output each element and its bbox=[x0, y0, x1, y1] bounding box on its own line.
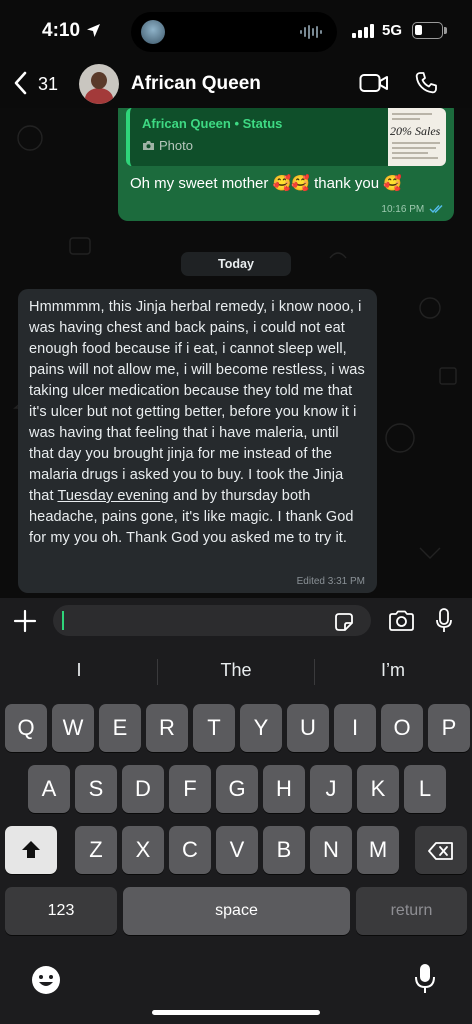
signal-icon bbox=[352, 24, 374, 38]
delete-icon bbox=[428, 842, 453, 860]
key-j[interactable]: J bbox=[310, 765, 352, 813]
suggestion-divider bbox=[314, 659, 315, 685]
key-r[interactable]: R bbox=[146, 704, 188, 752]
suggestion-2[interactable]: The bbox=[166, 660, 306, 681]
date-link[interactable]: Tuesday evening bbox=[57, 488, 168, 504]
double-check-icon bbox=[429, 205, 443, 214]
key-q[interactable]: Q bbox=[5, 704, 47, 752]
message-input[interactable] bbox=[53, 605, 371, 636]
island-avatar bbox=[141, 20, 165, 44]
outgoing-message-time: 10:16 PM bbox=[381, 204, 425, 215]
predictive-bar: I The I’m bbox=[0, 644, 472, 699]
sticker-icon[interactable] bbox=[333, 611, 355, 633]
suggestion-1[interactable]: I bbox=[9, 660, 149, 681]
thumb-line bbox=[392, 157, 438, 159]
outgoing-message-text: Oh my sweet mother 🥰🥰 thank you 🥰 bbox=[130, 175, 402, 192]
outgoing-message-bubble[interactable]: African Queen • Status Photo 20% Sales O… bbox=[118, 108, 454, 221]
key-d[interactable]: D bbox=[122, 765, 164, 813]
audio-wave-icon bbox=[300, 25, 322, 39]
suggestion-divider bbox=[157, 659, 158, 685]
delete-key[interactable] bbox=[415, 826, 467, 874]
key-u[interactable]: U bbox=[287, 704, 329, 752]
status-bar: 4:10 5G bbox=[0, 0, 472, 62]
thumb-line bbox=[392, 113, 432, 115]
key-z[interactable]: Z bbox=[75, 826, 117, 874]
key-g[interactable]: G bbox=[216, 765, 258, 813]
keyboard: I The I’m QWERTYUIOP ASDFGHJKL ZXCVBNM 1… bbox=[0, 644, 472, 1024]
camera-icon[interactable] bbox=[388, 610, 415, 632]
plus-icon[interactable] bbox=[13, 609, 37, 633]
quote-type: Photo bbox=[142, 138, 193, 153]
key-m[interactable]: M bbox=[357, 826, 399, 874]
return-key[interactable]: return bbox=[356, 887, 467, 935]
shift-key[interactable] bbox=[5, 826, 57, 874]
status-time: 4:10 bbox=[42, 20, 81, 41]
key-x[interactable]: X bbox=[122, 826, 164, 874]
emoji-icon[interactable] bbox=[30, 964, 62, 996]
key-k[interactable]: K bbox=[357, 765, 399, 813]
avatar-face bbox=[91, 72, 107, 89]
dynamic-island[interactable] bbox=[131, 12, 337, 52]
text-caret bbox=[62, 611, 64, 630]
space-key[interactable]: space bbox=[123, 887, 350, 935]
location-arrow-icon bbox=[87, 24, 100, 37]
quote-title: African Queen • Status bbox=[142, 116, 283, 131]
key-e[interactable]: E bbox=[99, 704, 141, 752]
contact-name[interactable]: African Queen bbox=[131, 73, 261, 95]
incoming-message-text: Hmmmmm, this Jinja herbal remedy, i know… bbox=[29, 297, 366, 549]
chat-header: 31 African Queen bbox=[0, 62, 472, 108]
unread-count[interactable]: 31 bbox=[38, 74, 58, 95]
key-h[interactable]: H bbox=[263, 765, 305, 813]
key-b[interactable]: B bbox=[263, 826, 305, 874]
shift-icon bbox=[22, 841, 40, 858]
chat-area[interactable]: African Queen • Status Photo 20% Sales O… bbox=[0, 108, 472, 598]
battery-cap bbox=[444, 27, 447, 34]
thumb-text: 20% Sales bbox=[390, 124, 441, 138]
audio-call-icon[interactable] bbox=[414, 71, 438, 95]
quoted-status-reply[interactable]: African Queen • Status Photo 20% Sales bbox=[126, 108, 446, 166]
suggestion-3[interactable]: I’m bbox=[323, 660, 463, 681]
battery-icon bbox=[412, 22, 443, 39]
incoming-text-part-1: Hmmmmm, this Jinja herbal remedy, i know… bbox=[29, 299, 365, 504]
key-p[interactable]: P bbox=[428, 704, 470, 752]
thumb-line bbox=[392, 147, 436, 149]
back-chevron-icon[interactable] bbox=[10, 69, 32, 97]
video-call-icon[interactable] bbox=[359, 73, 389, 93]
camera-icon bbox=[143, 141, 154, 150]
key-y[interactable]: Y bbox=[240, 704, 282, 752]
thumb-line bbox=[392, 142, 440, 144]
key-t[interactable]: T bbox=[193, 704, 235, 752]
outgoing-message-meta: 10:16 PM bbox=[381, 204, 444, 215]
numbers-key[interactable]: 123 bbox=[5, 887, 117, 935]
date-divider: Today bbox=[181, 252, 291, 276]
network-type: 5G bbox=[382, 22, 403, 39]
key-o[interactable]: O bbox=[381, 704, 423, 752]
mic-icon[interactable] bbox=[435, 608, 453, 634]
incoming-message-bubble[interactable]: Hmmmmm, this Jinja herbal remedy, i know… bbox=[18, 289, 377, 593]
key-l[interactable]: L bbox=[404, 765, 446, 813]
key-a[interactable]: A bbox=[28, 765, 70, 813]
avatar-body bbox=[85, 88, 113, 104]
key-v[interactable]: V bbox=[216, 826, 258, 874]
key-n[interactable]: N bbox=[310, 826, 352, 874]
status-thumbnail: 20% Sales bbox=[388, 108, 446, 166]
key-s[interactable]: S bbox=[75, 765, 117, 813]
incoming-message-time: Edited 3:31 PM bbox=[296, 576, 365, 587]
key-f[interactable]: F bbox=[169, 765, 211, 813]
thumb-line bbox=[392, 118, 420, 120]
dictation-icon[interactable] bbox=[414, 962, 436, 996]
composer-bar bbox=[0, 598, 472, 644]
key-c[interactable]: C bbox=[169, 826, 211, 874]
quote-type-label: Photo bbox=[159, 138, 193, 153]
key-w[interactable]: W bbox=[52, 704, 94, 752]
battery-level bbox=[415, 25, 423, 35]
thumb-line bbox=[392, 152, 428, 154]
contact-avatar[interactable] bbox=[79, 64, 119, 104]
key-i[interactable]: I bbox=[334, 704, 376, 752]
home-indicator bbox=[152, 1010, 320, 1015]
